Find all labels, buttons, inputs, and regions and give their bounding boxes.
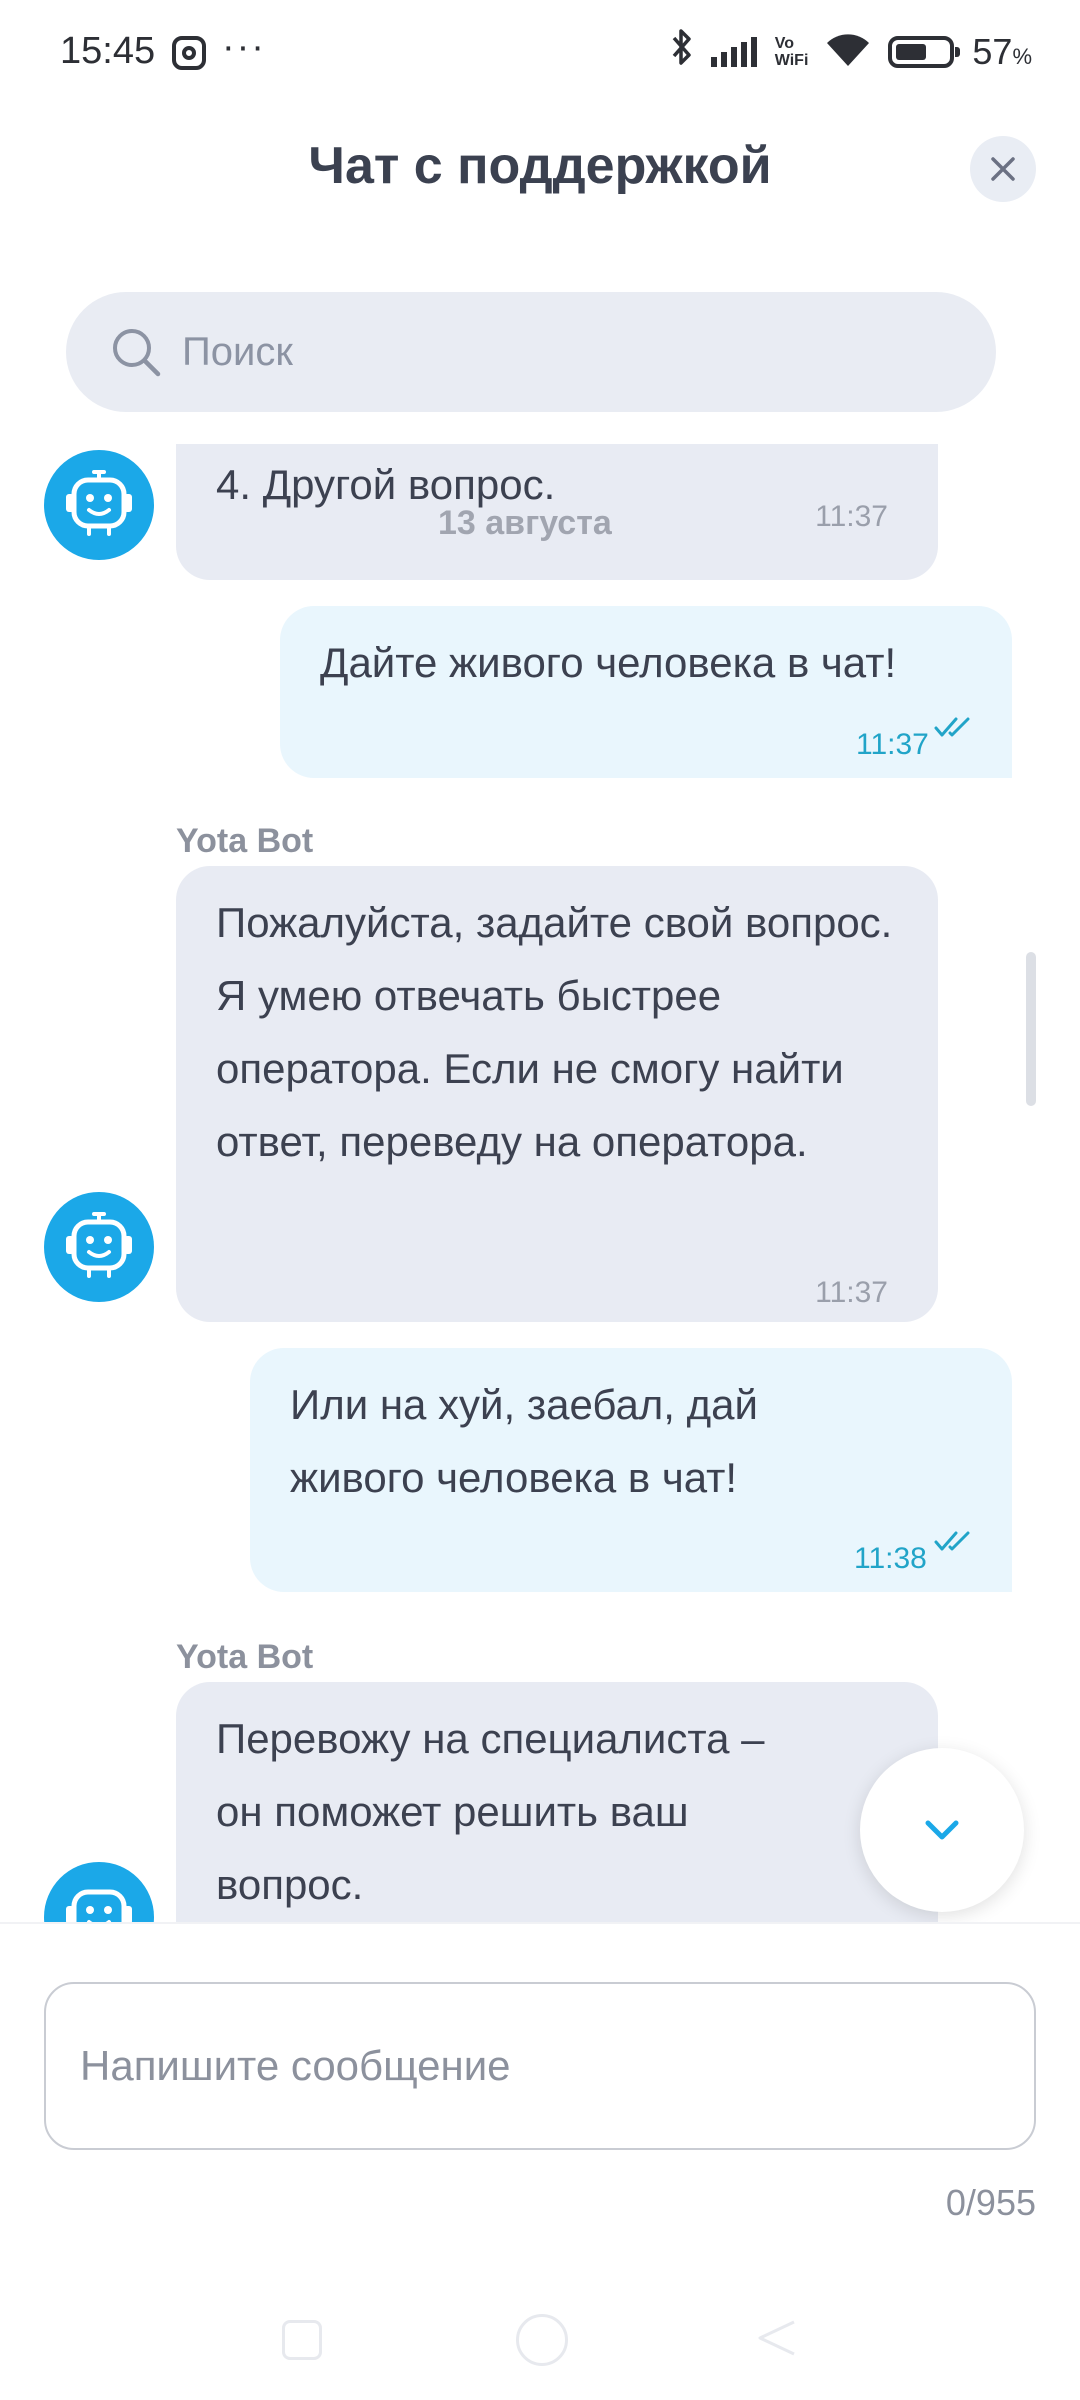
double-check-icon — [934, 717, 970, 737]
chat-scrollbar[interactable] — [1026, 952, 1036, 1106]
chat-messages[interactable]: 4. Другой вопрос. 11:37 13 августа Дайте… — [0, 444, 1080, 1922]
battery-icon — [888, 36, 961, 68]
message-input[interactable] — [44, 1982, 1036, 2150]
message-time: 11:38 — [854, 1542, 927, 1575]
vowifi-label-top: Vo — [774, 35, 795, 52]
robot-icon — [66, 470, 132, 536]
search-input[interactable] — [182, 316, 942, 388]
message-bubble-incoming: Перевожу на специалиста – он поможет реш… — [176, 1682, 938, 1922]
char-counter: 0/955 — [945, 2182, 1036, 2223]
message-text: Дайте живого человека в чат! — [320, 639, 897, 686]
message-time: 11:37 — [856, 728, 929, 761]
message-bubble-incoming: Пожалуйста, задайте свой вопрос. Я умею … — [176, 866, 938, 1322]
page-title: Чат с поддержкой — [308, 137, 772, 195]
status-bar: 15:45 ··· Vo WiFi 57% — [0, 0, 1080, 110]
search-icon — [113, 329, 161, 377]
recent-apps-button[interactable] — [282, 2320, 322, 2360]
robot-icon — [66, 1889, 132, 1922]
more-notifications-icon: ··· — [222, 26, 266, 68]
message-time: 11:37 — [815, 500, 888, 533]
message-bubble-outgoing: Или на хуй, заебал, дай живого человека … — [250, 1348, 1012, 1592]
bot-avatar — [44, 450, 154, 560]
message-text: Перевожу на специалиста – он поможет реш… — [216, 1715, 765, 1908]
message-time: 11:37 — [815, 1276, 888, 1309]
chevron-down-icon — [925, 1820, 959, 1840]
date-separator: 13 августа — [438, 504, 612, 542]
bot-avatar — [44, 1862, 154, 1922]
back-button[interactable] — [754, 2316, 798, 2360]
message-text: Пожалуйста, задайте свой вопрос. Я умею … — [216, 899, 893, 1165]
status-icons: Vo WiFi 57% — [671, 28, 1032, 76]
search-bar[interactable] — [66, 292, 996, 412]
sender-name: Yota Bot — [176, 1638, 314, 1676]
scroll-to-bottom-button[interactable] — [860, 1748, 1024, 1912]
sender-name: Yota Bot — [176, 822, 314, 860]
status-time: 15:45 — [60, 30, 156, 72]
double-check-icon — [934, 1531, 970, 1551]
signal-icon — [710, 37, 757, 67]
robot-icon — [66, 1212, 132, 1278]
battery-percent-unit: % — [1012, 44, 1032, 69]
close-button[interactable] — [970, 136, 1036, 202]
bot-avatar — [44, 1192, 154, 1302]
instagram-icon — [172, 36, 206, 70]
close-icon — [991, 157, 1015, 181]
message-bubble-outgoing: Дайте живого человека в чат! 11:37 — [280, 606, 1012, 778]
vowifi-icon: Vo WiFi — [775, 35, 809, 69]
battery-percent: 57% — [972, 31, 1032, 73]
battery-percent-value: 57 — [972, 31, 1013, 72]
wifi-icon — [826, 33, 870, 72]
vowifi-label-bottom: WiFi — [774, 52, 809, 69]
bluetooth-icon — [671, 28, 693, 76]
home-button[interactable] — [516, 2314, 568, 2366]
message-text: Или на хуй, заебал, дай живого человека … — [290, 1381, 758, 1501]
